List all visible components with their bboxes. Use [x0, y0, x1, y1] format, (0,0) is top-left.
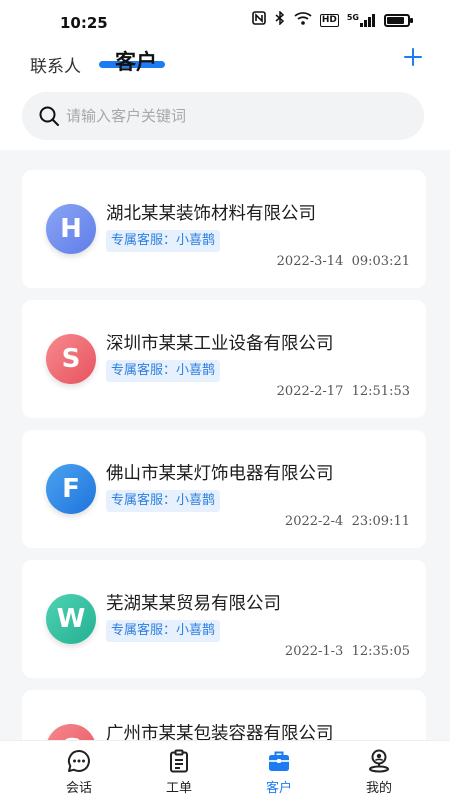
tab-contacts[interactable]: 联系人 — [30, 52, 81, 77]
hd-icon: HD — [319, 13, 339, 27]
nav-item-chat[interactable]: 会话 — [49, 745, 109, 799]
bottom-nav: 会话 工单 客户 我的 — [0, 740, 450, 800]
bluetooth-icon — [274, 9, 286, 30]
company-name: 佛山市某某灯饰电器有限公司 — [106, 464, 334, 484]
nav-label: 客户 — [265, 781, 292, 796]
avatar: H — [46, 204, 96, 254]
chat-bubble-icon — [67, 749, 90, 772]
status-icons: HD 5G — [252, 9, 413, 30]
avatar: S — [46, 334, 96, 384]
service-tag: 专属客服：小喜鹊 — [106, 620, 221, 642]
wifi-icon — [294, 11, 312, 30]
timestamp: 2022-2-17 12:51:53 — [277, 384, 410, 399]
company-name: 深圳市某某工业设备有限公司 — [106, 334, 334, 354]
time: 12:51:53 — [351, 384, 410, 399]
date: 2022-2-4 — [284, 514, 344, 529]
nfc-icon — [252, 10, 266, 30]
avatar-initial: W — [56, 604, 86, 634]
service-tag: 专属客服：小喜鹊 — [106, 230, 221, 252]
status-bar: 10:25 HD 5G — [0, 0, 450, 40]
timestamp: 2022-1-3 12:35:05 — [285, 644, 410, 659]
nav-label: 工单 — [165, 781, 192, 796]
customer-card[interactable]: S 深圳市某某工业设备有限公司 专属客服：小喜鹊 2022-2-17 12:51… — [22, 300, 426, 418]
customer-card[interactable]: F 佛山市某某灯饰电器有限公司 专属客服：小喜鹊 2022-2-4 23:09:… — [22, 430, 426, 548]
search-icon — [39, 106, 59, 126]
timestamp: 2022-3-14 09:03:21 — [277, 254, 410, 269]
nav-label: 我的 — [365, 781, 392, 796]
service-tag: 专属客服：小喜鹊 — [106, 490, 221, 512]
network-type-label: 5G — [346, 12, 359, 22]
person-pin-icon — [369, 749, 389, 773]
company-name: 广州市某某包装容器有限公司 — [106, 724, 334, 740]
customer-list: H 湖北某某装饰材料有限公司 专属客服：小喜鹊 2022-3-14 09:03:… — [0, 150, 450, 740]
customer-card[interactable]: G 广州市某某包装容器有限公司 — [22, 690, 426, 740]
time: 12:35:05 — [351, 644, 410, 659]
nav-item-customers[interactable]: 客户 — [249, 745, 309, 799]
company-name: 湖北某某装饰材料有限公司 — [106, 204, 316, 224]
timestamp: 2022-2-4 23:09:11 — [285, 514, 410, 529]
avatar-initial: S — [61, 344, 81, 374]
customer-card[interactable]: H 湖北某某装饰材料有限公司 专属客服：小喜鹊 2022-3-14 09:03:… — [22, 170, 426, 288]
search-bar[interactable] — [22, 92, 424, 140]
header-tabs: 联系人 客户 — [0, 42, 450, 82]
battery-icon — [384, 13, 413, 27]
avatar: G — [46, 724, 96, 740]
nav-item-profile[interactable]: 我的 — [349, 745, 409, 799]
customer-card[interactable]: W 芜湖某某贸易有限公司 专属客服：小喜鹊 2022-1-3 12:35:05 — [22, 560, 426, 678]
status-time: 10:25 — [60, 14, 108, 32]
search-input[interactable] — [66, 107, 386, 125]
add-customer-button[interactable] — [400, 44, 426, 70]
avatar-initial: F — [62, 474, 80, 504]
avatar-initial: H — [60, 214, 82, 244]
service-tag: 专属客服：小喜鹊 — [106, 360, 221, 382]
clipboard-icon — [170, 749, 188, 773]
date: 2022-2-17 — [276, 384, 344, 399]
signal-5g-icon: 5G — [346, 12, 376, 27]
time: 09:03:21 — [351, 254, 410, 269]
company-name: 芜湖某某贸易有限公司 — [106, 594, 281, 614]
tab-customers[interactable]: 客户 — [115, 46, 157, 76]
avatar: F — [46, 464, 96, 514]
time: 23:09:11 — [351, 514, 410, 529]
avatar: W — [46, 594, 96, 644]
nav-item-tickets[interactable]: 工单 — [149, 745, 209, 799]
nav-label: 会话 — [65, 781, 92, 796]
date: 2022-1-3 — [284, 644, 344, 659]
briefcase-icon — [269, 751, 289, 771]
date: 2022-3-14 — [276, 254, 344, 269]
